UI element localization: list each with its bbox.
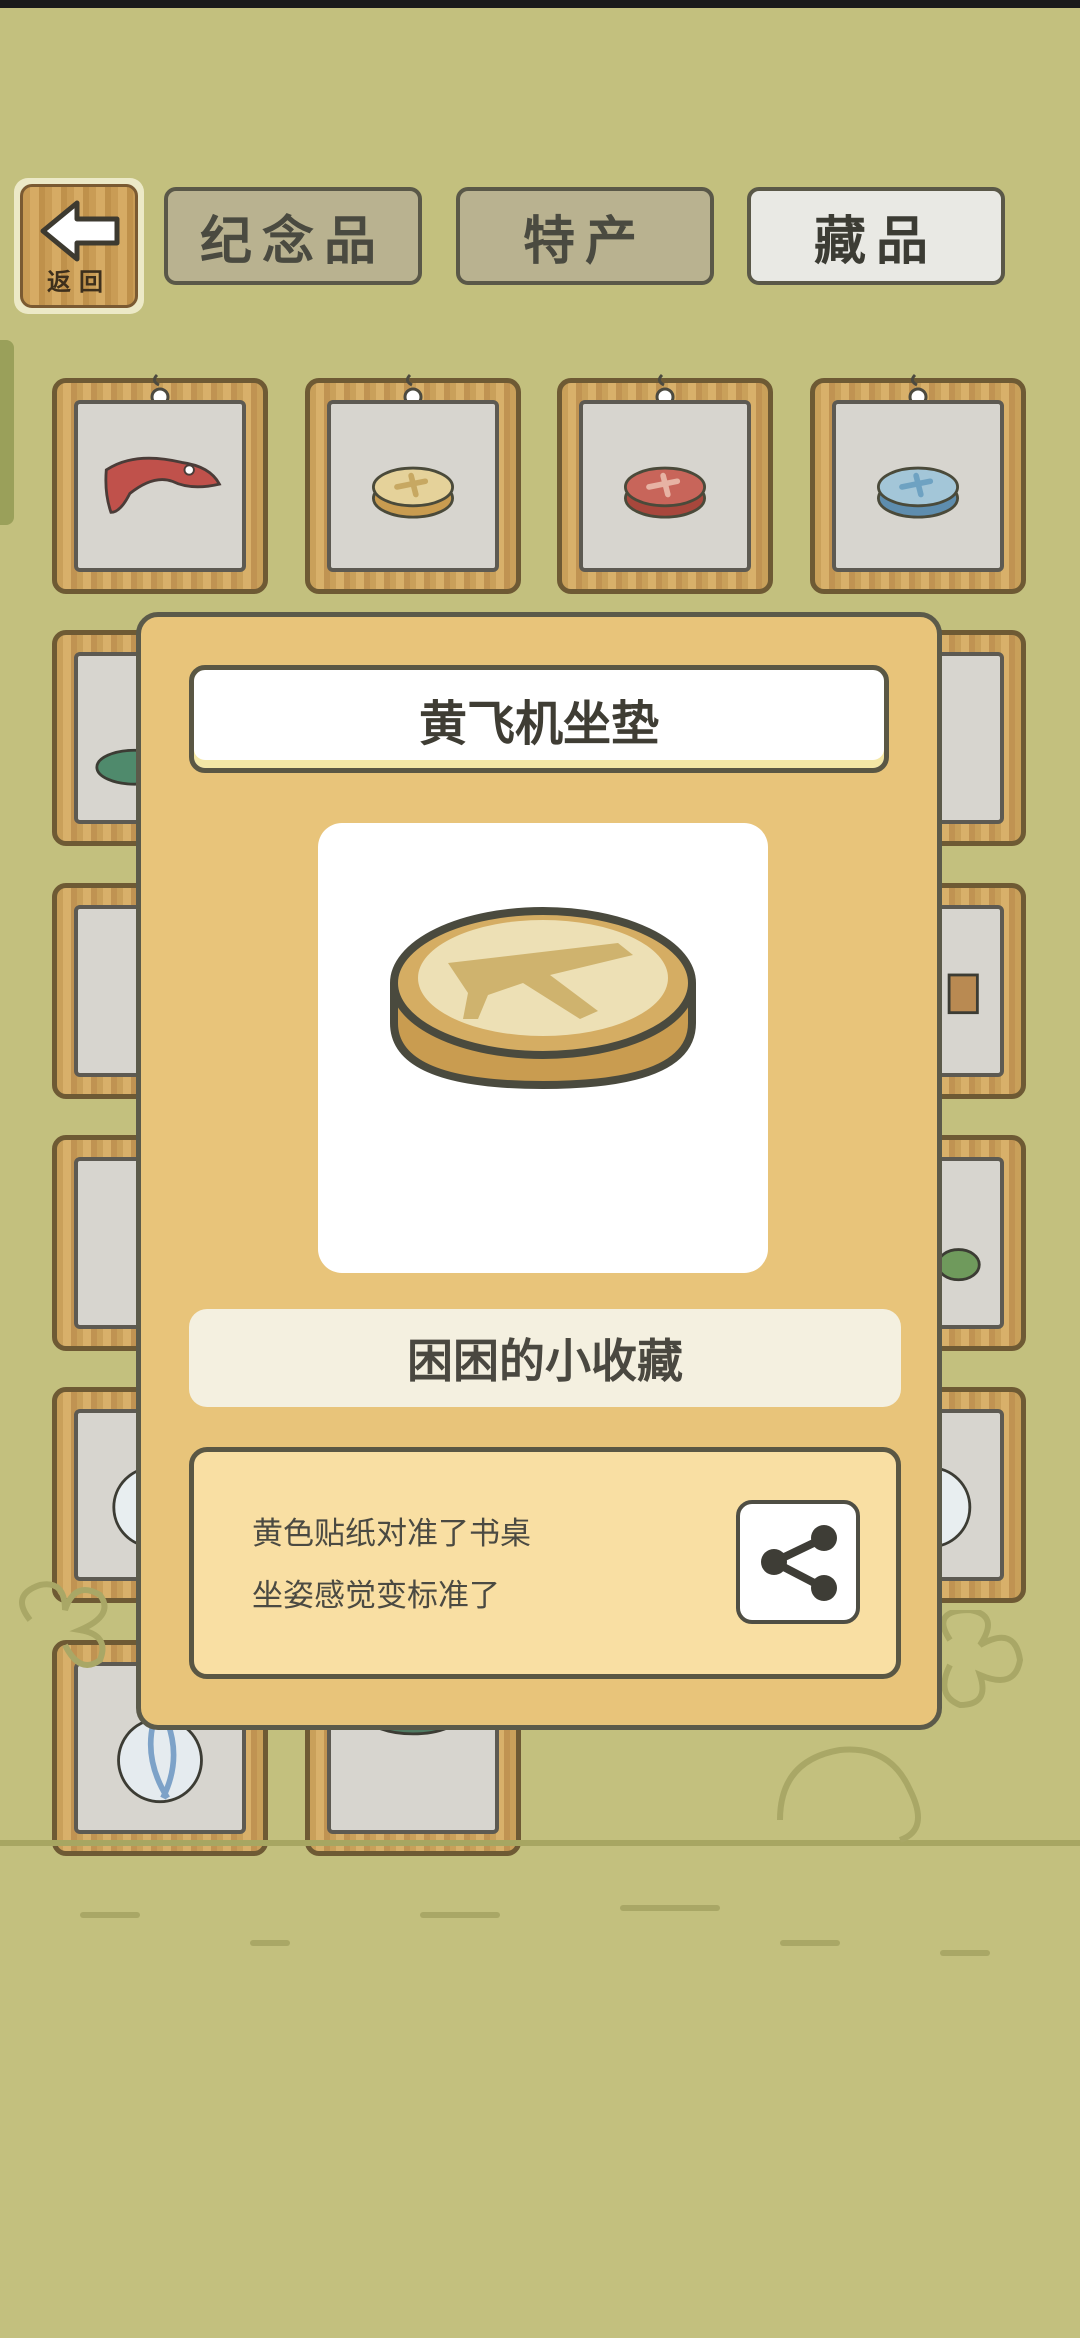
collection-slot-3[interactable] [557,373,773,594]
red-feather-icon [104,456,222,514]
back-label: 返回 [47,268,111,296]
collection-slot-1[interactable] [52,373,268,594]
blue-airplane-cushion-icon [877,466,959,519]
back-button[interactable]: 返回 [14,178,144,314]
share-icon [761,1525,837,1601]
tab-souvenirs[interactable]: 纪念品 [164,187,422,285]
item-description-panel: 黄色贴纸对准了书桌 坐姿感觉变标准了 [189,1447,901,1679]
tab-specialties[interactable]: 特产 [456,187,714,285]
collection-slot-4[interactable] [810,373,1026,594]
yellow-airplane-cushion-icon [390,907,696,1090]
item-detail-modal: 黄飞机坐垫 困困的小收藏 黄色贴纸对准了书桌 坐姿感觉变标准了 [136,612,942,1730]
path-dash [250,1940,290,1946]
yellow-airplane-cushion-icon [372,466,454,519]
share-button[interactable] [736,1500,860,1624]
description-line-2: 坐姿感觉变标准了 [252,1578,500,1614]
item-rarity: 困困的小收藏 [189,1309,901,1407]
path-dash [940,1950,990,1956]
item-image-frame [318,823,768,1273]
status-bar [0,0,1080,8]
item-title: 黄飞机坐垫 [189,665,889,773]
path-dash [80,1912,140,1918]
side-handle[interactable] [0,340,14,525]
clover-icon [19,1581,108,1668]
path-dash [420,1912,500,1918]
red-airplane-cushion-icon [624,466,706,519]
arrow-left-icon [40,200,120,262]
description-line-1: 黄色贴纸对准了书桌 [252,1516,531,1552]
path-dash [620,1905,720,1911]
path-dash [780,1940,840,1946]
tab-collectibles[interactable]: 藏品 [747,187,1005,285]
collection-slot-2[interactable] [305,373,521,594]
